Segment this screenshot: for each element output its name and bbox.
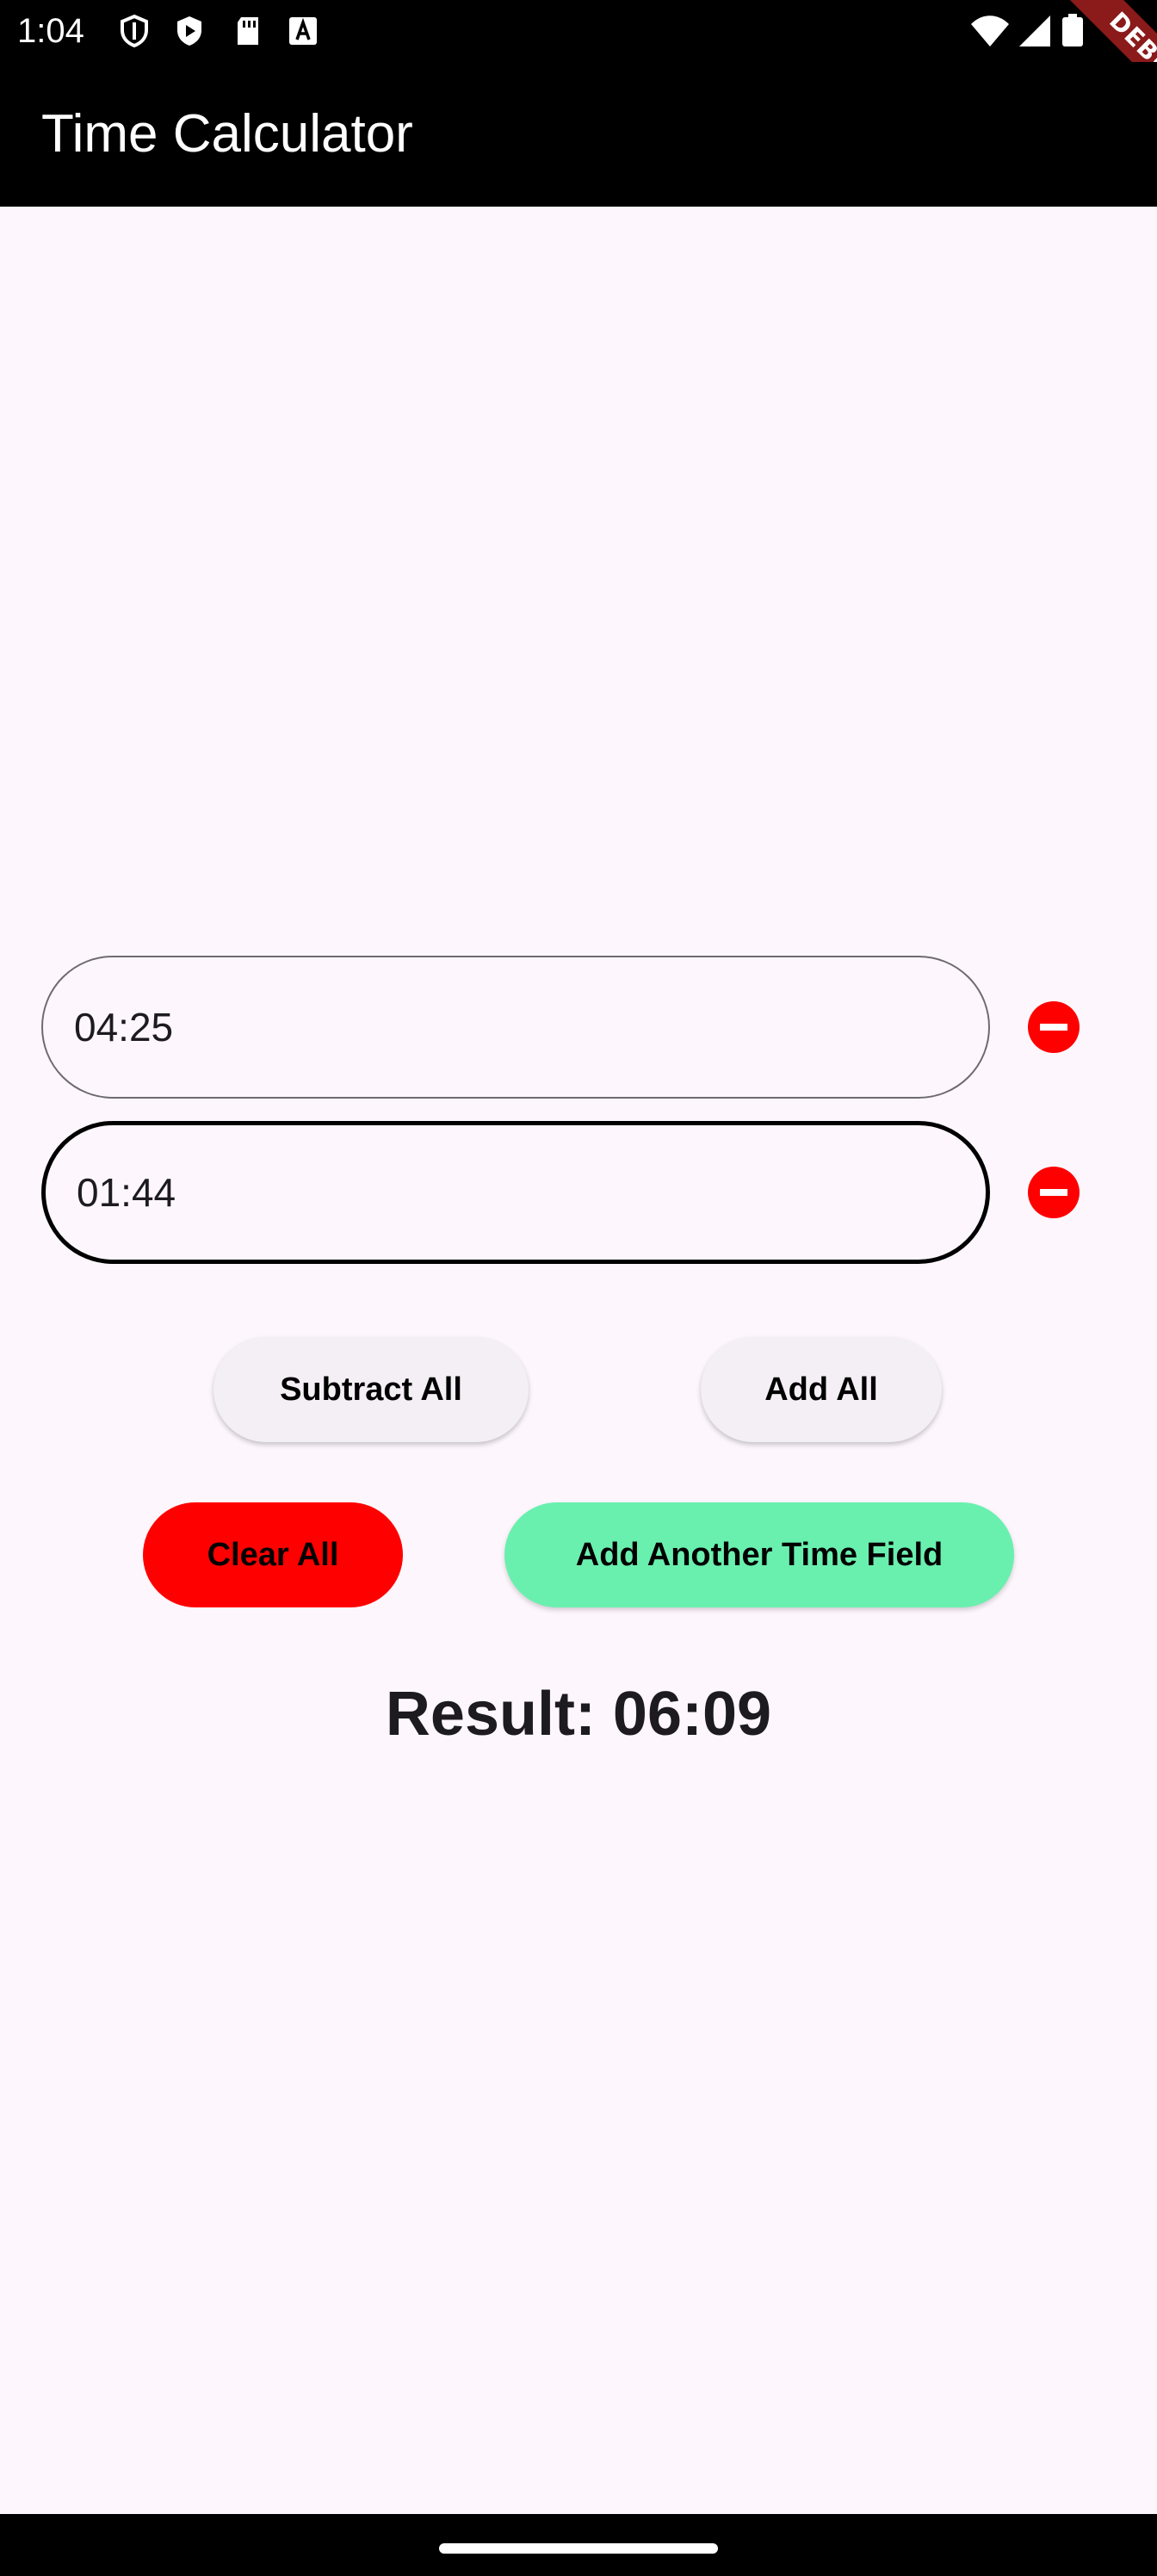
time-field-value: 04:25 — [74, 1005, 174, 1050]
sd-card-icon — [231, 14, 265, 48]
time-field-1[interactable]: 04:25 — [41, 956, 990, 1099]
remove-time-field-button-2[interactable] — [1028, 1167, 1080, 1218]
add-time-field-button[interactable]: Add Another Time Field — [504, 1502, 1014, 1607]
home-gesture-handle[interactable] — [439, 2543, 718, 2554]
play-protect-icon — [172, 14, 207, 48]
app-bar: Time Calculator — [0, 62, 1157, 207]
remove-circle-icon — [1028, 1167, 1080, 1218]
clear-all-button[interactable]: Clear All — [143, 1502, 403, 1607]
shield-icon — [117, 14, 152, 48]
time-field-2[interactable]: 01:44 — [41, 1121, 990, 1264]
font-icon — [286, 14, 320, 48]
subtract-all-button[interactable]: Subtract All — [213, 1337, 529, 1442]
result-text: Result: 06:09 — [385, 1680, 772, 1749]
battery-icon — [1061, 14, 1085, 48]
remove-circle-icon — [1028, 1001, 1080, 1053]
wifi-icon — [969, 14, 1011, 48]
status-bar: 1:04 DEBUG — [0, 0, 1157, 145]
page-title: Time Calculator — [41, 104, 413, 164]
signal-icon — [1016, 14, 1054, 48]
remove-time-field-button-1[interactable] — [1028, 1001, 1080, 1053]
time-field-value: 01:44 — [77, 1170, 176, 1215]
add-all-button[interactable]: Add All — [701, 1337, 942, 1442]
status-time: 1:04 — [17, 12, 84, 50]
navigation-bar — [0, 2514, 1157, 2576]
